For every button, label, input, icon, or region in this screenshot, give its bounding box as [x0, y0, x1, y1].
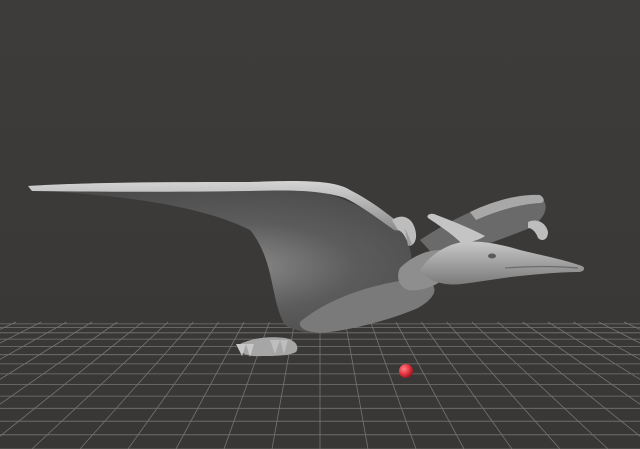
grid-line-depth	[0, 321, 143, 437]
ground-grid	[0, 321, 640, 449]
grid-line-depth	[0, 321, 93, 380]
grid-line-depth	[370, 321, 417, 449]
grid-line-depth	[421, 321, 513, 449]
viewport-canvas[interactable]	[0, 0, 640, 449]
grid-line-depth	[79, 321, 194, 449]
pteranodon-model[interactable]	[28, 180, 585, 357]
grid-line-depth	[573, 321, 640, 360]
grid-line-depth	[0, 321, 42, 344]
grid-line-depth	[547, 321, 640, 380]
grid-line-depth	[175, 321, 245, 449]
right-wing-claw	[528, 220, 548, 240]
grid-line-depth	[344, 321, 369, 449]
pivot-marker-icon[interactable]	[399, 364, 413, 378]
grid-line-depth	[446, 321, 561, 449]
grid-line-depth	[598, 321, 640, 344]
grid-line-depth	[395, 321, 465, 449]
grid-line-depth	[497, 321, 640, 437]
grid-line-depth	[471, 321, 609, 449]
3d-viewport[interactable]	[0, 0, 640, 449]
grid-line-depth	[0, 321, 67, 360]
grid-line-depth	[127, 321, 219, 449]
grid-line-depth	[31, 321, 169, 449]
eye	[488, 253, 496, 259]
head	[420, 241, 585, 285]
